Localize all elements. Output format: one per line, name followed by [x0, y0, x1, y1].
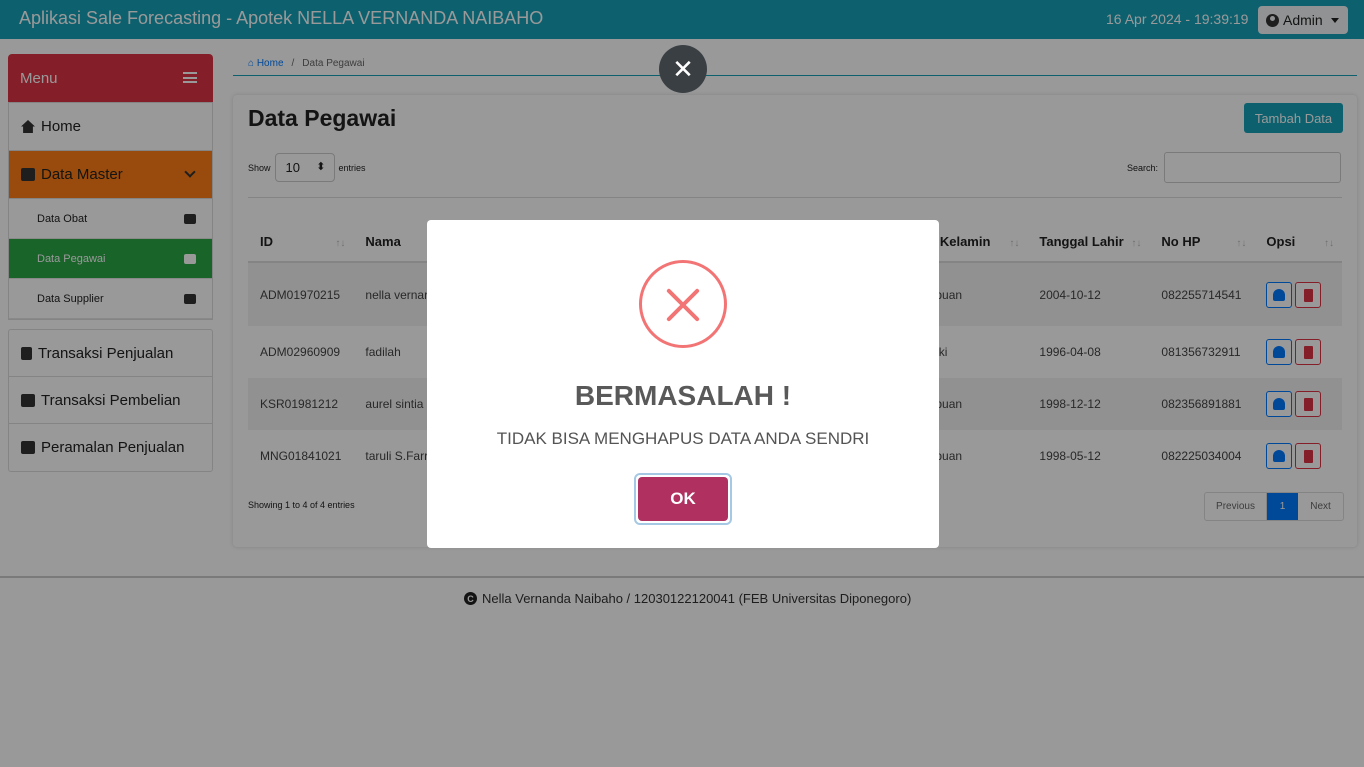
ok-button[interactable]: OK: [638, 477, 728, 521]
dialog-message: TIDAK BISA MENGHAPUS DATA ANDA SENDRI: [496, 429, 870, 448]
error-dialog: BERMASALAH ! TIDAK BISA MENGHAPUS DATA A…: [427, 220, 939, 548]
error-x-icon: [639, 260, 727, 348]
ok-button-focus-ring: OK: [634, 473, 732, 525]
dialog-title: BERMASALAH !: [574, 380, 792, 411]
close-icon[interactable]: ✕: [659, 45, 707, 93]
